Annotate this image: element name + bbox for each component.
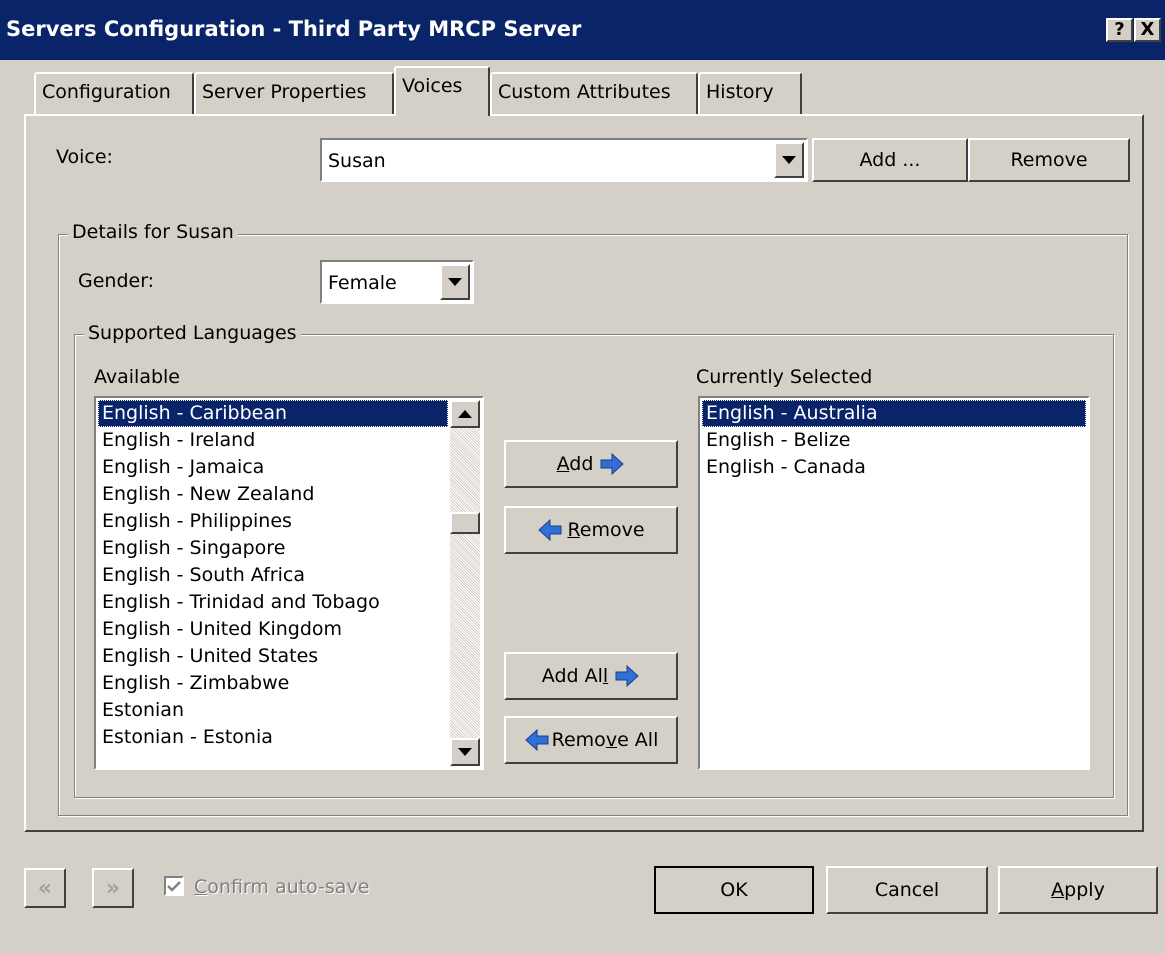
next-button[interactable]: » bbox=[92, 868, 134, 908]
tab-server-properties[interactable]: Server Properties bbox=[194, 72, 394, 114]
tab-custom-attributes[interactable]: Custom Attributes bbox=[490, 72, 698, 114]
selected-language-list-item[interactable]: English - Australia bbox=[702, 400, 1086, 427]
remove-all-label: Remove All bbox=[551, 729, 659, 751]
scroll-down-icon bbox=[458, 748, 472, 756]
available-language-list-item[interactable]: English - Caribbean bbox=[98, 400, 448, 427]
remove-all-languages-button[interactable]: Remove All bbox=[504, 716, 678, 764]
scrollbar-thumb[interactable] bbox=[450, 512, 480, 534]
tab-label: Voices bbox=[402, 75, 463, 97]
gender-combobox[interactable]: Female bbox=[320, 260, 474, 304]
scroll-up-icon bbox=[458, 410, 472, 418]
available-language-list-item[interactable]: Estonian bbox=[98, 697, 448, 724]
voice-add-button[interactable]: Add ... bbox=[812, 138, 968, 182]
available-language-list-item[interactable]: English - New Zealand bbox=[98, 481, 448, 508]
confirm-autosave-text: Confirm auto-save bbox=[194, 876, 370, 898]
add-language-label: Add bbox=[556, 453, 594, 475]
confirm-autosave-label: Confirm auto-save bbox=[194, 876, 369, 898]
tab-label: Custom Attributes bbox=[498, 81, 671, 103]
currently-selected-label: Currently Selected bbox=[696, 366, 873, 388]
tab-voices[interactable]: Voices bbox=[394, 66, 490, 116]
apply-label: Apply bbox=[1051, 879, 1105, 901]
scroll-down-button[interactable] bbox=[450, 738, 480, 766]
voice-combobox[interactable]: Susan bbox=[320, 138, 808, 182]
tab-label: History bbox=[706, 81, 774, 103]
available-languages-list[interactable]: English - Caribbean English - Ireland Engl… bbox=[94, 396, 484, 770]
tab-configuration[interactable]: Configuration bbox=[34, 72, 194, 114]
apply-button[interactable]: Apply bbox=[998, 866, 1158, 914]
arrow-right-icon bbox=[600, 453, 625, 475]
selected-languages-list[interactable]: English - Australia English - Belize Engli… bbox=[698, 396, 1090, 770]
checkmark-icon bbox=[167, 881, 181, 892]
voice-remove-button[interactable]: Remove bbox=[968, 138, 1130, 182]
selected-items: English - Australia English - Belize Engli… bbox=[702, 400, 1086, 481]
cancel-button[interactable]: Cancel bbox=[826, 866, 988, 914]
remove-language-button[interactable]: Remove bbox=[504, 506, 678, 554]
available-items: English - Caribbean English - Ireland Engl… bbox=[98, 400, 448, 751]
details-legend: Details for Susan bbox=[68, 221, 238, 243]
gender-value: Female bbox=[328, 272, 397, 294]
add-all-languages-button[interactable]: Add All bbox=[504, 652, 678, 700]
selected-language-list-item[interactable]: English - Canada bbox=[702, 454, 1086, 481]
voice-dropdown-button[interactable] bbox=[774, 142, 804, 178]
available-language-list-item[interactable]: English - Philippines bbox=[98, 508, 448, 535]
add-language-button[interactable]: Add bbox=[504, 440, 678, 488]
available-language-list-item[interactable]: English - United Kingdom bbox=[98, 616, 448, 643]
gender-label: Gender: bbox=[78, 270, 155, 292]
available-language-list-item[interactable]: English - Zimbabwe bbox=[98, 670, 448, 697]
voice-value: Susan bbox=[328, 150, 386, 172]
chevron-down-icon bbox=[782, 156, 796, 164]
available-language-list-item[interactable]: English - Singapore bbox=[98, 535, 448, 562]
available-language-list-item[interactable]: English - United States bbox=[98, 643, 448, 670]
available-language-list-item[interactable]: English - Trinidad and Tobago bbox=[98, 589, 448, 616]
previous-button[interactable]: « bbox=[24, 868, 66, 908]
tab-label: Server Properties bbox=[202, 81, 367, 103]
title-bar[interactable]: Servers Configuration - Third Party MRCP… bbox=[0, 0, 1165, 60]
gender-dropdown-button[interactable] bbox=[440, 264, 470, 300]
arrow-left-icon bbox=[538, 519, 562, 541]
available-scrollbar[interactable] bbox=[450, 400, 480, 766]
chevron-down-icon bbox=[448, 278, 462, 286]
confirm-autosave-checkbox[interactable] bbox=[164, 876, 184, 896]
available-language-list-item[interactable]: English - Jamaica bbox=[98, 454, 448, 481]
add-all-label: Add All bbox=[541, 665, 609, 687]
remove-language-label: Remove bbox=[567, 519, 645, 541]
voice-label: Voice: bbox=[56, 146, 113, 168]
tab-history[interactable]: History bbox=[698, 72, 802, 114]
available-language-list-item[interactable]: English - Ireland bbox=[98, 427, 448, 454]
available-language-list-item[interactable]: Estonian - Estonia bbox=[98, 724, 448, 751]
tab-label: Configuration bbox=[42, 81, 171, 103]
scroll-up-button[interactable] bbox=[450, 400, 480, 428]
close-button[interactable]: X bbox=[1134, 18, 1161, 42]
available-label: Available bbox=[94, 366, 181, 388]
available-language-list-item[interactable]: English - South Africa bbox=[98, 562, 448, 589]
help-button[interactable]: ? bbox=[1106, 18, 1133, 42]
window-title: Servers Configuration - Third Party MRCP… bbox=[6, 17, 582, 41]
ok-button[interactable]: OK bbox=[654, 866, 814, 914]
arrow-right-icon bbox=[615, 665, 639, 687]
arrow-left-icon bbox=[524, 729, 549, 751]
supported-languages-legend: Supported Languages bbox=[84, 322, 301, 344]
selected-language-list-item[interactable]: English - Belize bbox=[702, 427, 1086, 454]
